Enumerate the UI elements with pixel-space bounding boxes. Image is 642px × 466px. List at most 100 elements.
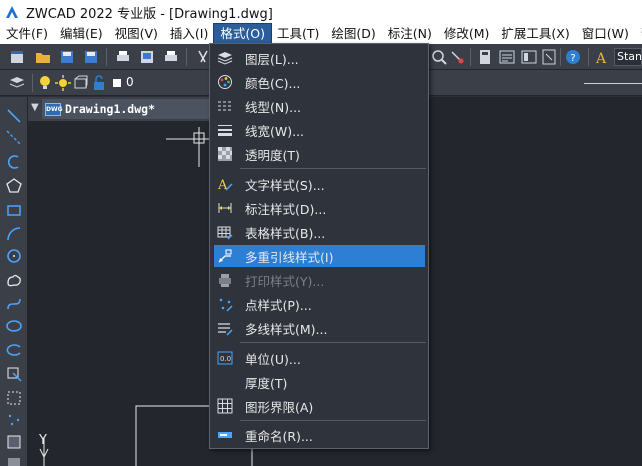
color-palette-icon <box>217 74 233 90</box>
menu-extension-tools[interactable]: 扩展工具(X) <box>495 24 575 44</box>
menu-item-multileader-style[interactable]: 多重引线样式(I) <box>214 245 425 267</box>
svg-text:0.0: 0.0 <box>220 355 231 363</box>
calculator-icon[interactable] <box>476 48 494 66</box>
menu-format[interactable]: 格式(O) <box>213 23 272 45</box>
pan-realtime-icon[interactable] <box>448 48 466 66</box>
transparency-icon <box>217 146 233 162</box>
document-tab-strip: ▼ DWG Drawing1.dwg* <box>28 97 228 121</box>
new-file-icon[interactable] <box>8 48 26 66</box>
ellipse-tool-icon[interactable] <box>5 317 23 335</box>
make-block-icon[interactable] <box>5 389 23 407</box>
point-style-icon <box>217 296 233 312</box>
menu-item-multiline-style[interactable]: 多线样式(M)... <box>211 317 427 339</box>
insert-block-icon[interactable] <box>5 365 23 383</box>
spline-tool-icon[interactable] <box>5 295 23 313</box>
lineweight-icon <box>217 122 233 138</box>
menu-item-transparency[interactable]: 透明度(T) <box>211 143 427 165</box>
layers-icon <box>217 50 233 66</box>
menu-help[interactable]: 帮 <box>635 24 642 44</box>
dimension-style-icon <box>217 200 233 216</box>
print-preview-icon[interactable] <box>138 48 156 66</box>
layer-on-bulb-icon[interactable] <box>36 74 54 92</box>
save-as-icon[interactable] <box>82 48 100 66</box>
tab-drawing1-label: Drawing1.dwg* <box>65 102 156 116</box>
zoom-icon[interactable] <box>430 48 448 66</box>
menu-file[interactable]: 文件(F) <box>0 24 54 44</box>
menu-separator <box>240 342 426 343</box>
rectangle-tool-icon[interactable] <box>5 201 23 219</box>
layer-manager-icon[interactable] <box>8 74 26 92</box>
text-style-toolbar-icon[interactable]: A <box>594 48 612 67</box>
linetype-icon <box>217 98 233 114</box>
menu-item-lineweight[interactable]: 线宽(W)... <box>211 119 427 141</box>
plot-style-icon <box>217 272 233 288</box>
zwcad-logo-icon <box>4 4 20 20</box>
menu-item-point-style[interactable]: 点样式(P)... <box>211 293 427 315</box>
multiline-style-icon <box>217 320 233 336</box>
menu-bar: 文件(F) 编辑(E) 视图(V) 插入(I) 格式(O) 工具(T) 绘图(D… <box>0 23 642 45</box>
svg-text:?: ? <box>570 53 575 64</box>
polyline-tool-icon[interactable] <box>5 153 23 171</box>
menu-item-rename[interactable]: 重命名(R)... <box>211 424 427 446</box>
help-icon[interactable]: ? <box>564 48 582 66</box>
menu-modify[interactable]: 修改(M) <box>438 24 496 44</box>
menu-item-plot-style: 打印样式(Y)... <box>211 269 427 291</box>
menu-insert[interactable]: 插入(I) <box>164 24 214 44</box>
menu-draw[interactable]: 绘图(D) <box>325 24 381 44</box>
tab-menu-chevron-icon[interactable]: ▼ <box>31 102 39 113</box>
tool-palette-icon[interactable] <box>540 48 558 66</box>
format-menu-dropdown: 图层(L)... 颜色(C)... 线型(N)... 线宽(W)... 透明度(… <box>209 43 429 449</box>
rename-icon <box>217 427 233 443</box>
menu-item-color[interactable]: 颜色(C)... <box>211 71 427 93</box>
construction-line-icon[interactable] <box>5 129 23 147</box>
line-tool-icon[interactable] <box>5 107 23 125</box>
circle-tool-icon[interactable] <box>5 247 23 265</box>
print-icon[interactable] <box>114 48 132 66</box>
layer-unlock-icon[interactable] <box>90 74 108 92</box>
menu-item-drawing-limits[interactable]: 图形界限(A) <box>211 395 427 417</box>
dwg-file-icon: DWG <box>45 102 63 116</box>
units-icon: 0.0 <box>217 350 233 366</box>
menu-dimension[interactable]: 标注(N) <box>382 24 438 44</box>
gradient-tool-icon[interactable] <box>5 455 23 466</box>
menu-tools[interactable]: 工具(T) <box>271 24 325 44</box>
layer-viewport-icon[interactable] <box>72 74 90 92</box>
menu-view[interactable]: 视图(V) <box>109 24 164 44</box>
lineweight-preview[interactable] <box>584 83 642 84</box>
revision-cloud-icon[interactable] <box>5 271 23 289</box>
draw-toolbar <box>0 97 28 466</box>
menu-separator <box>240 168 426 169</box>
publish-icon[interactable] <box>162 48 180 66</box>
text-style-icon: A <box>217 176 233 193</box>
menu-item-units[interactable]: 0.0 单位(U)... <box>211 347 427 369</box>
arc-tool-icon[interactable] <box>5 225 23 243</box>
drawing-limits-icon <box>217 398 233 414</box>
design-center-icon[interactable] <box>520 48 538 66</box>
menu-edit[interactable]: 编辑(E) <box>54 24 109 44</box>
text-style-combo[interactable]: Stan <box>614 48 642 66</box>
point-tool-icon[interactable] <box>5 411 23 429</box>
menu-window[interactable]: 窗口(W) <box>576 24 635 44</box>
menu-item-thickness[interactable]: 厚度(T) <box>211 371 427 393</box>
menu-item-table-style[interactable]: 表格样式(B)... <box>211 221 427 243</box>
current-layer-name: 0 <box>126 75 134 89</box>
ellipse-arc-tool-icon[interactable] <box>5 341 23 359</box>
title-bar: ZWCAD 2022 专业版 - [Drawing1.dwg] <box>0 0 642 24</box>
save-icon[interactable] <box>58 48 76 66</box>
menu-item-dimension-style[interactable]: 标注样式(D)... <box>211 197 427 219</box>
zwcad-window: ZWCAD 2022 专业版 - [Drawing1.dwg] 文件(F) 编辑… <box>0 0 642 466</box>
window-title: ZWCAD 2022 专业版 - [Drawing1.dwg] <box>26 6 273 22</box>
polygon-tool-icon[interactable] <box>5 177 23 195</box>
svg-text:A: A <box>595 51 607 66</box>
table-style-icon <box>217 224 233 240</box>
ucs-y-label: Y <box>39 433 47 448</box>
menu-item-text-style[interactable]: A 文字样式(S)... <box>211 173 427 195</box>
menu-item-linetype[interactable]: 线型(N)... <box>211 95 427 117</box>
layer-thaw-sun-icon[interactable] <box>54 74 72 92</box>
open-folder-icon[interactable] <box>34 48 52 66</box>
menu-separator <box>240 420 426 421</box>
tab-drawing1[interactable]: DWG Drawing1.dwg* <box>42 99 212 119</box>
properties-icon[interactable] <box>498 48 516 66</box>
hatch-tool-icon[interactable] <box>5 433 23 451</box>
menu-item-layer[interactable]: 图层(L)... <box>211 47 427 69</box>
